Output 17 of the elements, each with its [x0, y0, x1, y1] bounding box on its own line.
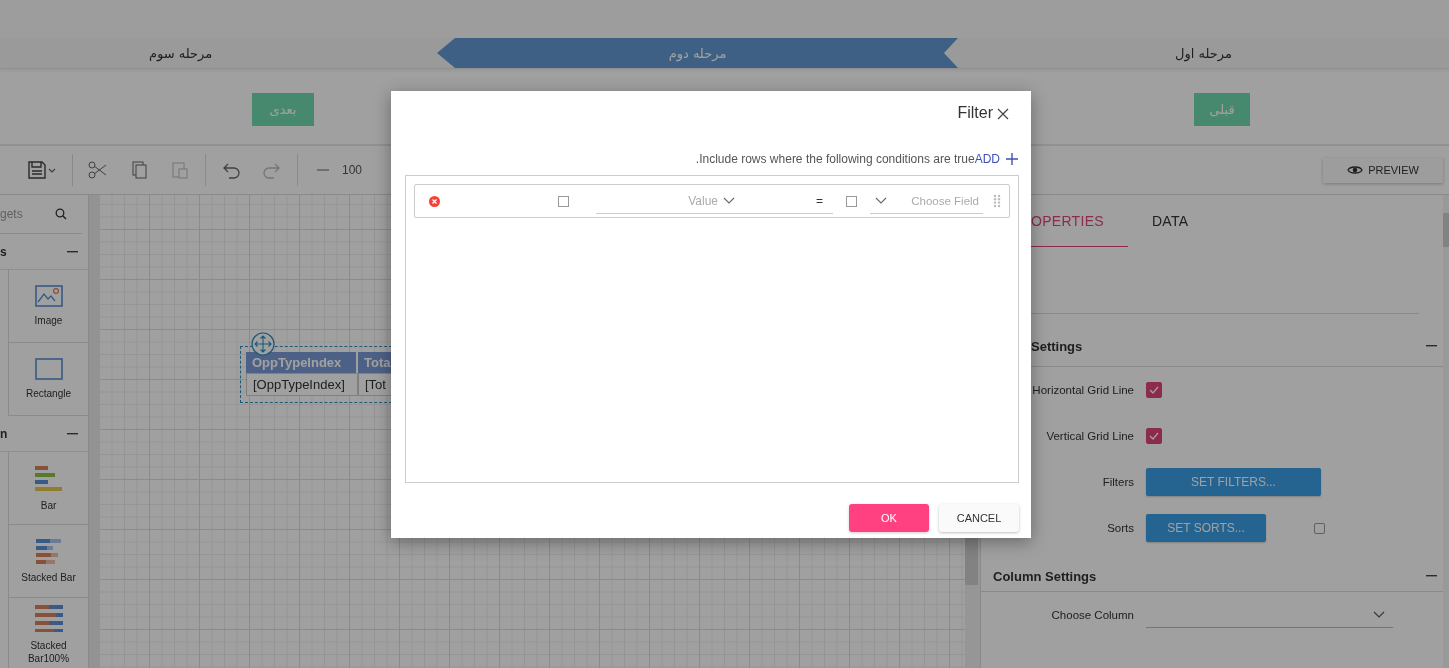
property-label: Choose Column [1050, 609, 1134, 621]
dialog-title: Filter [957, 104, 993, 122]
widget-label: Stacked Bar [21, 571, 76, 584]
property-label: Sorts [1106, 522, 1134, 534]
property-label: Vertical Grid Line [1045, 430, 1134, 442]
property-label: Filters [1101, 476, 1134, 488]
section-title: n [0, 426, 8, 441]
widget-label: Stacked Bar100% [26, 638, 71, 665]
dialog-description: .Include rows where the following conditions are true [695, 152, 975, 166]
widget-label: Image [34, 314, 63, 327]
property-label: Horizontal Grid Line [1031, 384, 1134, 396]
zoom-level: 100 [342, 163, 363, 177]
widget-label: Bar [40, 499, 57, 512]
section-title: Column Settings [993, 568, 1097, 584]
section-title: Settings [1031, 338, 1083, 354]
section-title: s [0, 244, 7, 259]
widget-label: Rectangle [26, 387, 71, 400]
